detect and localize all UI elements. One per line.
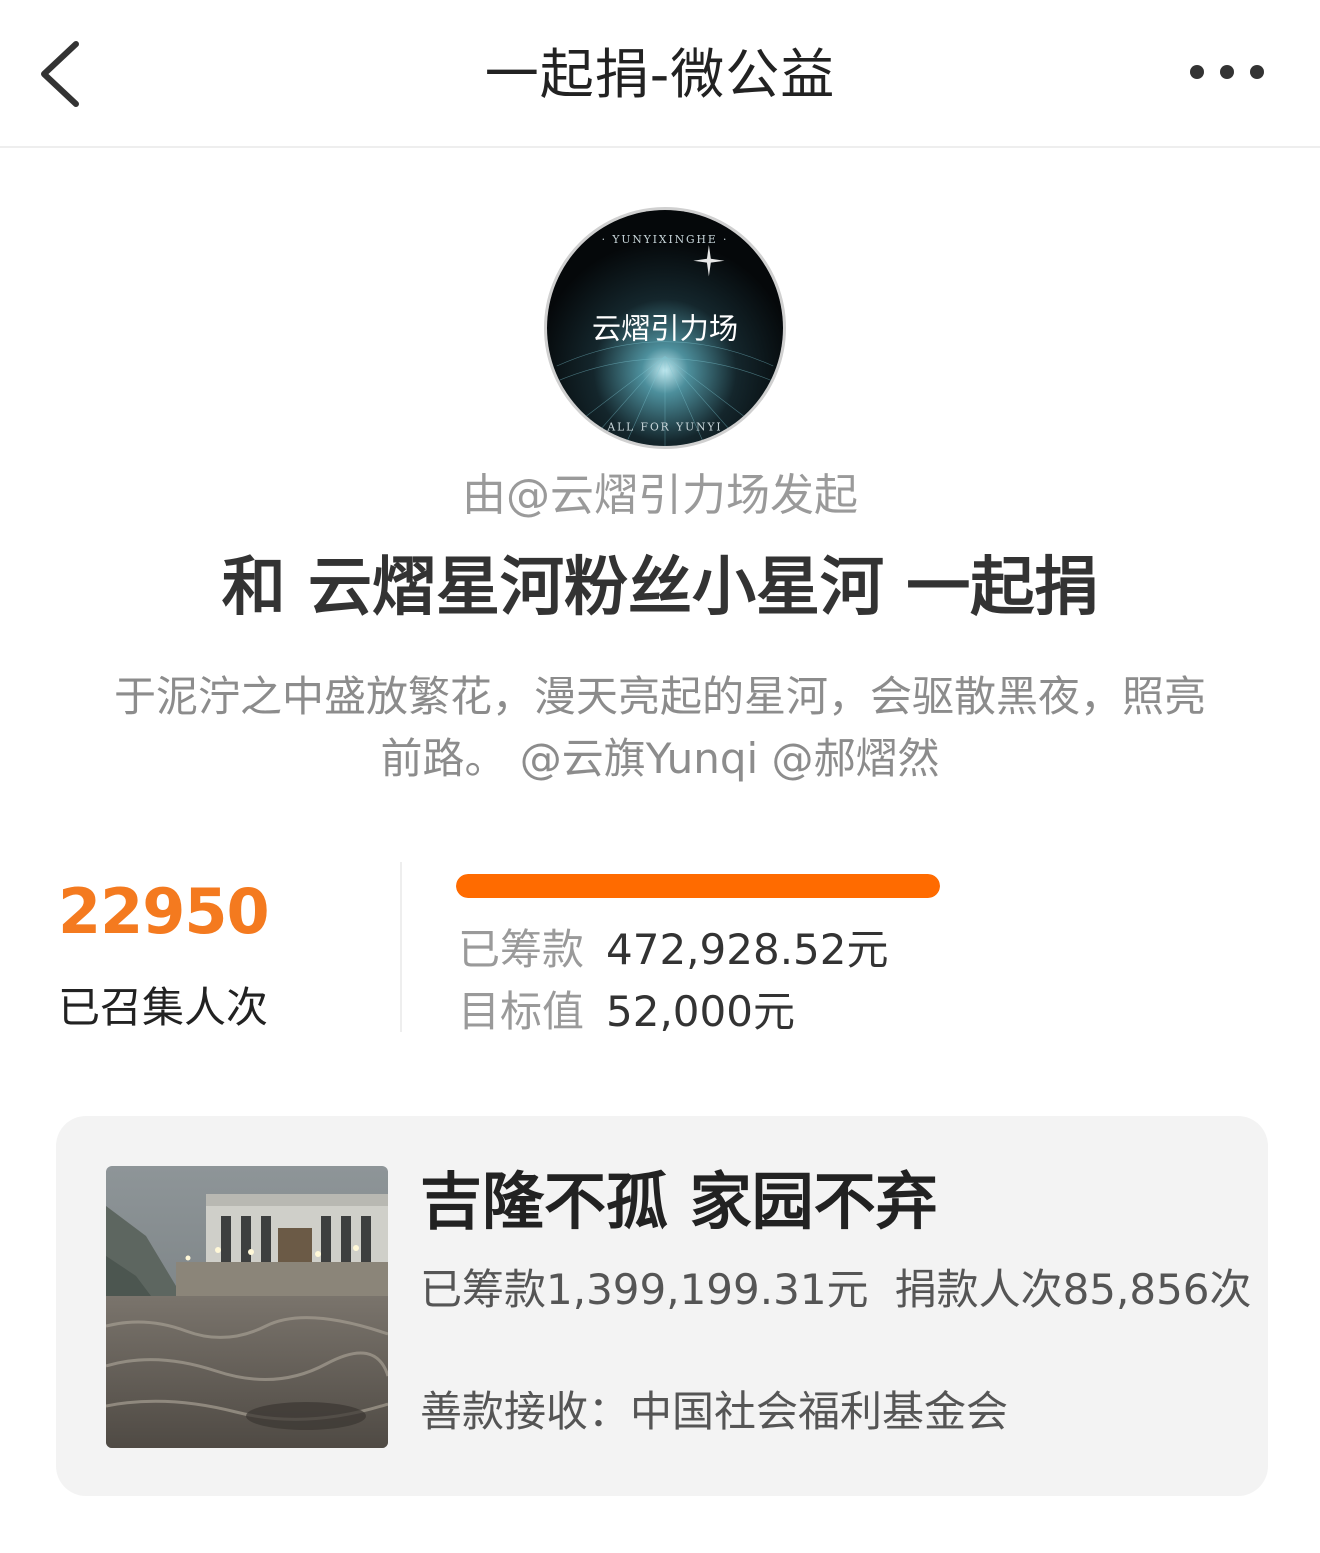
target-row: 目标值 52,000元: [458, 984, 795, 1040]
avatar-logo-text: 云熠引力场: [592, 312, 738, 346]
avatar-ring-bottom: ALL FOR YUNYI: [606, 420, 722, 433]
project-card[interactable]: 吉隆不孤 家园不弃 已筹款1,399,199.31元 捐款人次85,856次 善款…: [56, 1116, 1268, 1496]
participant-count: 22950: [58, 875, 270, 948]
initiator-avatar[interactable]: · YUNYIXINGHE · 云熠引力场 ALL FOR YUNYI: [544, 207, 786, 449]
progress-bar: [456, 874, 940, 898]
project-raised: 已筹款1,399,199.31元: [420, 1265, 869, 1314]
project-thumbnail: [106, 1166, 388, 1448]
more-dots-icon[interactable]: [1180, 50, 1280, 94]
nav-bar: 一起捐-微公益: [0, 0, 1320, 148]
progress-fill: [456, 874, 940, 898]
participant-count-label: 已召集人次: [58, 983, 269, 1032]
raised-row: 已筹款 472,928.52元: [458, 922, 889, 978]
campaign-title: 和 云熠星河粉丝小星河 一起捐: [221, 551, 1099, 625]
avatar-ring-top: · YUNYIXINGHE ·: [602, 233, 729, 246]
campaign-description: 于泥泞之中盛放繁花，漫天亮起的星河，会驱散黑夜，照亮前路。 @云旗Yunqi @…: [113, 672, 1206, 783]
page-title: 一起捐-微公益: [484, 43, 836, 106]
project-stats: 已筹款1,399,199.31元 捐款人次85,856次: [420, 1262, 1252, 1318]
target-label: 目标值: [458, 987, 585, 1036]
initiator-line[interactable]: 由@云熠引力场发起: [0, 466, 1320, 526]
project-recipient: 善款接收：中国社会福利基金会: [420, 1387, 1009, 1436]
raised-label: 已筹款: [458, 925, 585, 974]
target-value: 52,000元: [606, 987, 795, 1036]
project-title: 吉隆不孤 家园不弃: [420, 1165, 938, 1238]
project-donors: 捐款人次85,856次: [894, 1265, 1252, 1314]
raised-value: 472,928.52元: [606, 925, 889, 974]
divider: [400, 862, 402, 1032]
